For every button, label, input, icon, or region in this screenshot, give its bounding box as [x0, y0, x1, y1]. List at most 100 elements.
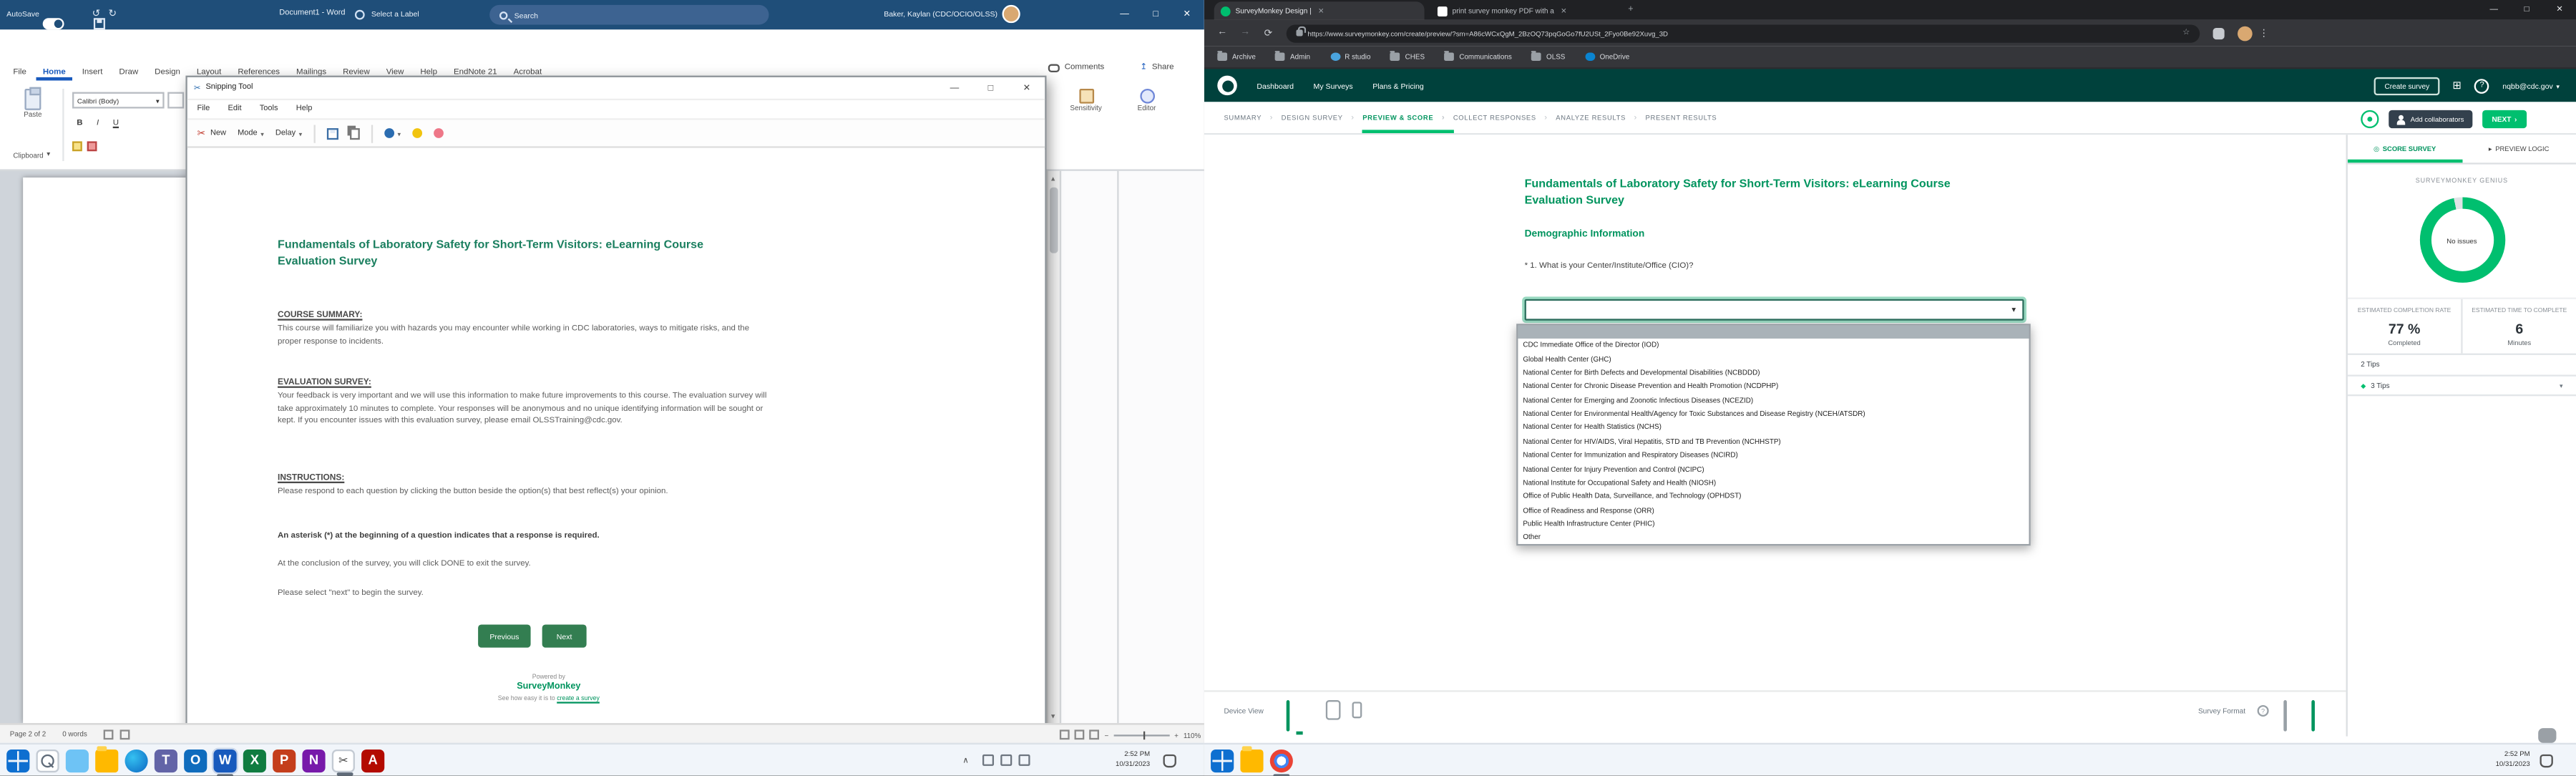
- chrome-taskbar-icon[interactable]: [1270, 749, 1293, 772]
- workflow-step-summary[interactable]: SUMMARY: [1224, 102, 1281, 133]
- one-question-format-icon[interactable]: [2311, 700, 2315, 732]
- back-icon[interactable]: ←: [1211, 28, 1234, 38]
- refresh-icon[interactable]: ⟳: [1257, 27, 1279, 39]
- edge-icon[interactable]: [125, 749, 147, 772]
- paste-button[interactable]: Paste: [13, 89, 52, 118]
- bold-button[interactable]: B: [72, 118, 87, 128]
- snip-menu-tools[interactable]: Tools: [260, 105, 278, 113]
- start-button[interactable]: [6, 749, 29, 772]
- new-snip-button[interactable]: ✂ New: [197, 127, 227, 139]
- snip-copy-icon[interactable]: [350, 127, 360, 139]
- workflow-step-present-results[interactable]: PRESENT RESULTS: [1646, 102, 1734, 133]
- dropdown-option-public-health-infrastructure-center-phic[interactable]: Public Health Infrastructure Center (PHI…: [1518, 517, 2029, 530]
- editor-button[interactable]: Editor: [1121, 89, 1173, 112]
- nav-plans-pricing[interactable]: Plans & Pricing: [1372, 82, 1424, 89]
- bookmark-communications[interactable]: Communications: [1445, 52, 1512, 60]
- mode-dropdown[interactable]: Mode▾: [238, 129, 264, 137]
- web-layout-icon[interactable]: [1090, 729, 1100, 739]
- font-name-select[interactable]: Calibri (Body)▾: [72, 92, 165, 109]
- undo-icon[interactable]: ↺: [92, 8, 101, 19]
- hidden-icons-chevron[interactable]: ∧: [962, 756, 968, 766]
- dropdown-option-global-health-center-ghc[interactable]: Global Health Center (GHC): [1518, 351, 2029, 365]
- dropdown-option-office-of-readiness-and-response-orr[interactable]: Office of Readiness and Response (ORR): [1518, 503, 2029, 517]
- network-icon[interactable]: [1000, 755, 1012, 766]
- onenote-icon[interactable]: N: [302, 749, 325, 772]
- bookmark-onedrive[interactable]: OneDrive: [1585, 52, 1629, 60]
- genius-lightbulb-icon[interactable]: [2361, 110, 2379, 127]
- dropdown-option-national-center-for-environmental-health-agency-for-toxic-substances-and-disease-registry-nceh-atsdr[interactable]: National Center for Environmental Health…: [1518, 407, 2029, 420]
- dropdown-option-blank[interactable]: [1518, 326, 2029, 338]
- sensitivity-button[interactable]: Sensitivity: [1060, 89, 1112, 112]
- close-button[interactable]: ✕: [1173, 0, 1201, 29]
- bookmark-olss[interactable]: OLSS: [1531, 52, 1565, 60]
- chrome-close-button[interactable]: ✕: [2543, 0, 2576, 20]
- ribbon-tab-file[interactable]: File: [6, 63, 33, 79]
- extensions-icon[interactable]: [2213, 27, 2225, 39]
- start-button-2[interactable]: [1211, 749, 1234, 772]
- widgets-icon[interactable]: [66, 749, 89, 772]
- file-explorer-icon-2[interactable]: [1240, 749, 1263, 772]
- create-survey-link[interactable]: create a survey: [557, 695, 600, 702]
- tablet-view-icon[interactable]: [1326, 700, 1341, 720]
- tab-close-icon[interactable]: ✕: [1318, 6, 1324, 16]
- next-button[interactable]: Next: [542, 624, 587, 647]
- word-vertical-scrollbar[interactable]: ▲ ▼: [1047, 171, 1060, 723]
- chrome-minimize-button[interactable]: —: [2477, 0, 2510, 20]
- forward-icon[interactable]: →: [1234, 28, 1257, 38]
- snipping-tool-taskbar-icon[interactable]: ✂: [332, 749, 355, 772]
- dropdown-option-national-institute-for-occupational-safety-and-health-niosh[interactable]: National Institute for Occupational Safe…: [1518, 475, 2029, 489]
- dropdown-option-office-of-public-health-data-surveillance-and-technology-ophdst[interactable]: Office of Public Health Data, Surveillan…: [1518, 489, 2029, 503]
- new-tab-button[interactable]: +: [1628, 5, 1633, 15]
- help-icon[interactable]: ?: [2474, 78, 2489, 93]
- previous-button[interactable]: Previous: [478, 624, 530, 647]
- eraser-tool[interactable]: [434, 128, 444, 138]
- workflow-step-preview-score[interactable]: PREVIEW & SCORE: [1362, 102, 1453, 133]
- phone-view-icon[interactable]: [1352, 702, 1362, 718]
- zoom-slider[interactable]: [1113, 734, 1169, 735]
- bookmark-r-studio[interactable]: R studio: [1330, 52, 1371, 60]
- add-collaborators-button[interactable]: Add collaborators: [2389, 110, 2472, 127]
- pen-tool[interactable]: ▾: [384, 128, 401, 138]
- page-indicator[interactable]: Page 2 of 2: [10, 729, 46, 737]
- snip-menu-edit[interactable]: Edit: [228, 105, 242, 113]
- italic-button[interactable]: I: [90, 118, 105, 128]
- proofing-icon[interactable]: [104, 729, 114, 739]
- share-button[interactable]: ↥ Share: [1140, 62, 1174, 72]
- desktop-view-icon[interactable]: [1287, 700, 1290, 732]
- dropdown-option-national-center-for-health-statistics-nchs[interactable]: National Center for Health Statistics (N…: [1518, 420, 2029, 434]
- snip-maximize-button[interactable]: □: [972, 73, 1009, 102]
- dropdown-option-cdc-immediate-office-of-the-director-iod[interactable]: CDC Immediate Office of the Director (IO…: [1518, 338, 2029, 351]
- snip-menu-file[interactable]: File: [197, 105, 210, 113]
- format-info-icon[interactable]: ?: [2258, 705, 2269, 717]
- underline-button[interactable]: U: [109, 118, 124, 128]
- account-menu[interactable]: nqbb@cdc.gov ▾: [2502, 82, 2560, 89]
- ribbon-tab-home[interactable]: Home: [36, 63, 72, 79]
- autosave-toggle[interactable]: [43, 18, 64, 29]
- dropdown-option-national-center-for-hiv-aids-viral-hepatitis-std-and-tb-prevention-nchhstp[interactable]: National Center for HIV/AIDS, Viral Hepa…: [1518, 434, 2029, 447]
- dropdown-option-national-center-for-immunization-and-respiratory-diseases-ncird[interactable]: National Center for Immunization and Res…: [1518, 448, 2029, 462]
- word-icon[interactable]: W: [213, 749, 236, 772]
- zoom-level[interactable]: 110%: [1184, 731, 1201, 739]
- address-bar[interactable]: https://www.surveymonkey.com/create/prev…: [1287, 24, 2200, 42]
- outlook-icon[interactable]: O: [184, 749, 207, 772]
- nav-dashboard[interactable]: Dashboard: [1257, 82, 1294, 89]
- notifications-icon[interactable]: [1163, 755, 1176, 767]
- avatar[interactable]: [1002, 5, 1020, 23]
- nav-my-surveys[interactable]: My Surveys: [1314, 82, 1353, 89]
- powerpoint-icon[interactable]: P: [273, 749, 296, 772]
- profile-avatar[interactable]: [2238, 26, 2253, 41]
- dropdown-option-national-center-for-injury-prevention-and-control-ncipc[interactable]: National Center for Injury Prevention an…: [1518, 462, 2029, 475]
- ribbon-tab-design[interactable]: Design: [148, 63, 187, 79]
- workflow-step-analyze-results[interactable]: ANALYZE RESULTS: [1556, 102, 1645, 133]
- tips-row-2[interactable]: ◆ 3 Tips ▾: [2348, 374, 2576, 396]
- clock-2[interactable]: 2:52 PM 10/31/2023: [2448, 750, 2530, 768]
- restore-button[interactable]: □: [1142, 0, 1170, 29]
- read-mode-icon[interactable]: [1060, 729, 1070, 739]
- dropdown-option-national-center-for-birth-defects-and-developmental-disabilities-ncbddd[interactable]: National Center for Birth Defects and De…: [1518, 365, 2029, 379]
- font-size-select[interactable]: [167, 92, 184, 109]
- teams-icon[interactable]: T: [155, 749, 177, 772]
- preview-logic-tab[interactable]: ▸ PREVIEW LOGIC: [2462, 135, 2576, 163]
- score-survey-tab[interactable]: ◎ SCORE SURVEY: [2348, 135, 2462, 163]
- tab2-close-icon[interactable]: ✕: [1561, 6, 1566, 16]
- chrome-maximize-button[interactable]: □: [2510, 0, 2543, 20]
